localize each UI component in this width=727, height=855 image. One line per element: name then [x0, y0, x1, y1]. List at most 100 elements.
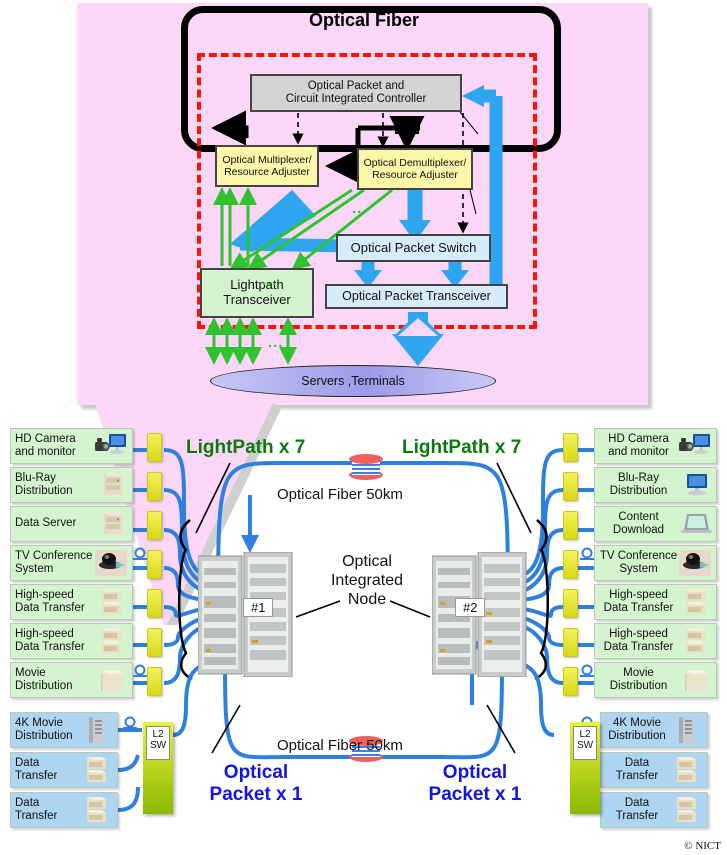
endpoint-label: TV Conference System [599, 550, 678, 576]
right-endpoint-7[interactable]: Movie Distribution [594, 662, 717, 698]
left-endpoint-7[interactable]: Movie Distribution [10, 662, 133, 698]
optical-port[interactable] [147, 667, 162, 696]
box-server-icon [101, 670, 123, 691]
lightpath-transceiver: Lightpath Transceiver [200, 268, 314, 318]
endpoint-label-line-2: Data Transfer [15, 602, 85, 614]
left-endpoint-4[interactable]: TV Conference System [10, 545, 133, 581]
right-endpoint-5[interactable]: High-speed Data Transfer [594, 584, 717, 620]
optical-port[interactable] [147, 433, 162, 462]
left-endpoint-2[interactable]: Blu-Ray Distribution [10, 467, 133, 503]
l2-right-line-1: L2 [579, 729, 591, 740]
endpoint-label-line-1: Movie [623, 666, 654, 679]
l2-left-line-2: SW [149, 740, 167, 751]
l2-switch-left[interactable]: L2 SW [143, 722, 173, 814]
optical-connector-icon [131, 664, 149, 685]
optical-port[interactable] [563, 628, 578, 657]
node-line-3: Node [347, 591, 387, 609]
lightpath-count-left: LightPath x 7 [186, 437, 306, 458]
right-endpoint-6[interactable]: High-speed Data Transfer [594, 623, 717, 659]
copyright-notice: © NICT [684, 840, 721, 852]
optical-packet-switch: Optical Packet Switch [336, 234, 491, 262]
endpoint-label-line-1: TV Conference [599, 549, 678, 562]
endpoint-label-line-2: Distribution [15, 485, 73, 497]
l2-right-line-2: SW [576, 740, 594, 751]
endpoint-label: Blu-Ray Distribution [599, 472, 678, 498]
left-endpoint-6[interactable]: High-speed Data Transfer [10, 623, 133, 659]
endpoint-label-line-2: Transfer [615, 770, 659, 782]
endpoint-label: Data Transfer [605, 757, 669, 783]
lightpath-line-2: Transceiver [223, 292, 291, 307]
endpoint-label: HD Camera and monitor [599, 433, 678, 459]
right-packet-endpoint-3[interactable]: Data Transfer [600, 792, 708, 828]
endpoint-label-line-2: Transfer [615, 810, 659, 822]
optical-port[interactable] [147, 511, 162, 540]
endpoint-label-line-1: Data [624, 756, 650, 769]
left-packet-endpoint-2[interactable]: Data Transfer [10, 752, 118, 788]
optical-packet-circuit-controller: Optical Packet and Circuit Integrated Co… [250, 74, 462, 112]
optical-port[interactable] [147, 628, 162, 657]
endpoint-label: Data Server [15, 517, 94, 530]
endpoint-label-line-2: Distribution [15, 680, 73, 692]
optical-port[interactable] [563, 667, 578, 696]
left-endpoint-3[interactable]: Data Server [10, 506, 133, 542]
endpoint-label: Movie Distribution [599, 667, 678, 693]
storage-icon [686, 628, 705, 653]
l2-switch-right[interactable]: L2 SW [570, 722, 600, 814]
left-packet-endpoint-1[interactable]: 4K Movie Distribution [10, 712, 118, 748]
endpoint-label: Data Transfer [15, 757, 79, 783]
right-endpoint-3[interactable]: Content Download [594, 506, 717, 542]
rack-1-number: #1 [243, 598, 274, 617]
webcam-icon [679, 550, 711, 576]
endpoint-label-line-1: Data [624, 796, 650, 809]
left-packet-endpoint-3[interactable]: Data Transfer [10, 792, 118, 828]
endpoint-label-line-2: and monitor [608, 446, 669, 458]
storage-icon [686, 589, 705, 614]
endpoint-label-line-2: System [15, 563, 54, 575]
endpoint-label-line-2: Data Transfer [15, 641, 85, 653]
optical-port[interactable] [147, 472, 162, 501]
node-line-1: Optical [342, 553, 392, 570]
controller-line-1: Optical Packet and [307, 79, 405, 92]
optical-port[interactable] [563, 589, 578, 618]
lightpath-ellipsis-right: ... [352, 200, 368, 217]
rack-2-number: #2 [455, 598, 486, 617]
optical-port[interactable] [147, 589, 162, 618]
right-packet-endpoint-1[interactable]: 4K Movie Distribution [600, 712, 708, 748]
endpoint-label-line-1: Movie [15, 666, 46, 679]
endpoint-label-line-2: Distribution [609, 485, 668, 497]
optical-port[interactable] [563, 511, 578, 540]
right-endpoint-2[interactable]: Blu-Ray Distribution [594, 467, 717, 503]
optical-integrated-node-label: Optical Integrated Node [312, 552, 422, 610]
demux-line-2: Resource Adjuster [372, 169, 458, 181]
endpoint-label-line-1: TV Conference [15, 549, 93, 562]
endpoint-label: High-speed Data Transfer [15, 628, 94, 654]
lightpath-ellipsis-bottom: ... [268, 334, 284, 351]
camera-monitor-icon [679, 434, 710, 454]
optical-port[interactable] [563, 472, 578, 501]
optical-port[interactable] [563, 433, 578, 462]
server-icon [104, 512, 122, 534]
right-endpoint-4[interactable]: TV Conference System [594, 545, 717, 581]
endpoint-label: HD Camera and monitor [15, 433, 94, 459]
left-endpoint-5[interactable]: High-speed Data Transfer [10, 584, 133, 620]
optical-connector-icon [578, 547, 596, 568]
left-endpoint-1[interactable]: HD Camera and monitor [10, 428, 133, 464]
box-server-icon [685, 670, 707, 691]
endpoint-label-line-2: Distribution [608, 730, 666, 742]
optical-connector-icon [131, 547, 149, 568]
optical-port[interactable] [563, 550, 578, 579]
lightpath-count-right: LightPath x 7 [402, 437, 522, 458]
endpoint-label-line-1: Blu-Ray [618, 471, 659, 484]
right-packet-endpoint-2[interactable]: Data Transfer [600, 752, 708, 788]
endpoint-label-line-1: Data Server [15, 517, 77, 530]
endpoint-label: High-speed Data Transfer [599, 628, 678, 654]
mux-line-1: Optical Multiplexer/ [222, 153, 312, 166]
endpoint-label-line-1: High-speed [15, 627, 74, 640]
storage-icon [87, 757, 106, 782]
laptop-icon [681, 514, 712, 533]
right-endpoint-1[interactable]: HD Camera and monitor [594, 428, 717, 464]
optical-port[interactable] [147, 550, 162, 579]
endpoint-label-line-2: Transfer [15, 770, 58, 782]
storage-icon [102, 589, 121, 614]
optical-packet-transceiver: Optical Packet Transceiver [325, 284, 508, 309]
